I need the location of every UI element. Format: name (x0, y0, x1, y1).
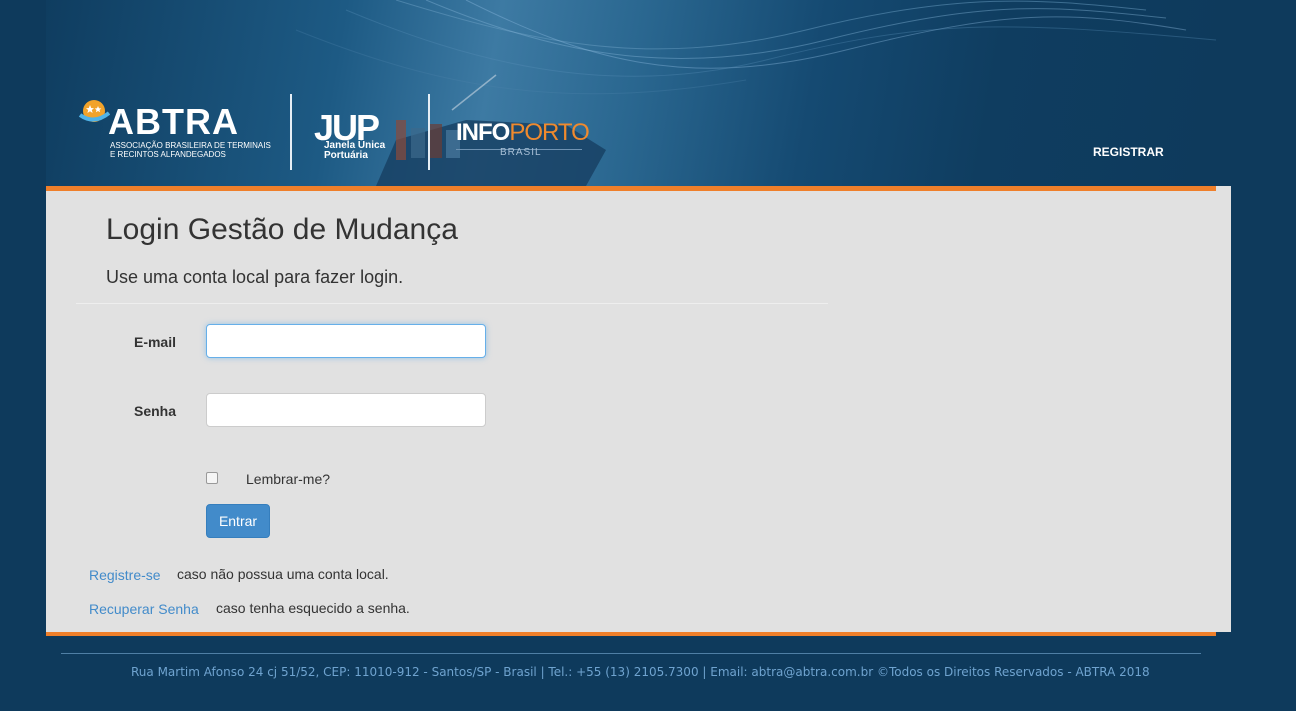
logo-divider (290, 94, 292, 170)
panel-bottom-accent (46, 632, 1216, 636)
infoporto-logo: INFOPORTO BRASIL (456, 97, 596, 167)
divider (76, 303, 828, 304)
infoporto-info-text: INFO (456, 119, 510, 146)
infoporto-porto-text: PORTO (509, 119, 589, 146)
page-title: Login Gestão de Mudança (106, 213, 458, 246)
email-label: E-mail (133, 334, 176, 350)
password-field[interactable] (206, 393, 486, 427)
partner-logos: ABTRA ASSOCIAÇÃO BRASILEIRA DE TERMINAIS… (76, 92, 596, 172)
header-banner: ABTRA ASSOCIAÇÃO BRASILEIRA DE TERMINAIS… (46, 0, 1216, 186)
remember-me-label: Lembrar-me? (246, 471, 331, 487)
abtra-logo: ABTRA ASSOCIAÇÃO BRASILEIRA DE TERMINAIS… (76, 97, 271, 167)
remember-me-checkbox[interactable] (206, 472, 218, 484)
password-label: Senha (133, 403, 176, 419)
email-field[interactable] (206, 324, 486, 358)
abtra-subtitle-line2: E RECINTOS ALFANDEGADOS (110, 150, 226, 159)
page-subtitle: Use uma conta local para fazer login. (106, 267, 404, 287)
login-panel: Login Gestão de Mudança Use uma conta lo… (46, 186, 1231, 632)
abtra-subtitle-line1: ASSOCIAÇÃO BRASILEIRA DE TERMINAIS (110, 141, 271, 150)
infoporto-logo-title: INFOPORTO (456, 119, 590, 147)
infoporto-logo-subtitle: BRASIL (500, 147, 542, 158)
register-hint-text: caso não possua uma conta local. (177, 566, 389, 582)
registrar-link[interactable]: REGISTRAR (1093, 145, 1164, 159)
recover-hint-text: caso tenha esquecido a senha. (216, 600, 410, 616)
jup-subtitle-line2: Portuária (324, 150, 368, 161)
footer-text: Rua Martim Afonso 24 cj 51/52, CEP: 1101… (131, 665, 1150, 679)
register-link[interactable]: Registre-se (89, 567, 161, 583)
recover-password-link[interactable]: Recuperar Senha (89, 601, 199, 617)
jup-logo: JUP Janela Única Portuária (312, 97, 422, 167)
logo-divider (428, 94, 430, 170)
abtra-logo-subtitle: ASSOCIAÇÃO BRASILEIRA DE TERMINAIS E REC… (110, 141, 280, 159)
login-button[interactable]: Entrar (206, 504, 270, 538)
footer-divider (61, 653, 1201, 654)
jup-logo-subtitle: Janela Única Portuária (324, 141, 385, 161)
abtra-logo-icon (78, 100, 110, 122)
abtra-logo-title: ABTRA (108, 101, 239, 142)
